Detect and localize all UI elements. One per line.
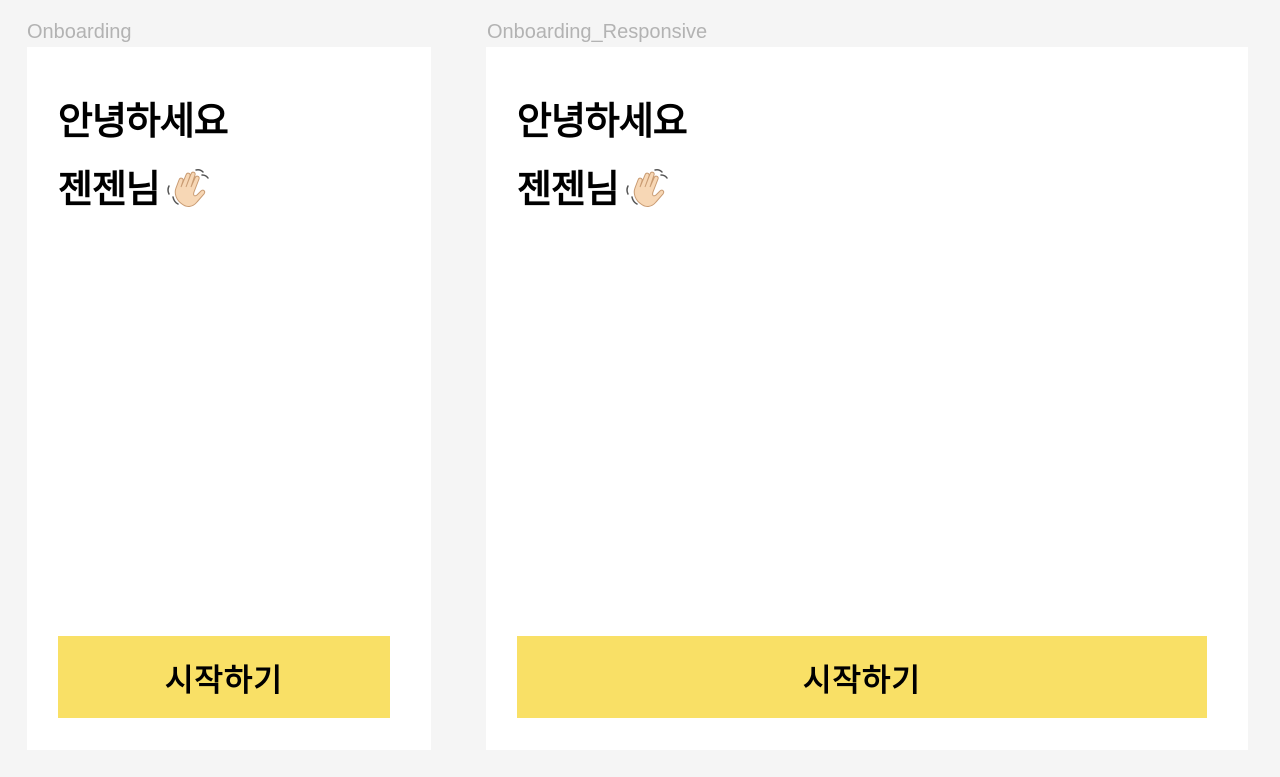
user-name-row: 젠젠님 — [58, 155, 228, 223]
greeting-heading: 안녕하세요 젠젠님 — [58, 87, 229, 223]
start-button[interactable]: 시작하기 — [58, 636, 390, 718]
user-name: 젠젠님 — [58, 167, 161, 211]
onboarding-responsive-frame: 안녕하세요 젠젠님 시작하기 — [486, 47, 1248, 750]
waving-hand-icon — [626, 169, 668, 207]
greeting-heading: 안녕하세요 젠젠님 — [517, 87, 688, 223]
frame-label-onboarding[interactable]: Onboarding — [27, 20, 132, 44]
user-name: 젠젠님 — [517, 167, 620, 211]
greeting-text: 안녕하세요 — [58, 99, 229, 143]
start-button[interactable]: 시작하기 — [517, 636, 1207, 718]
frame-label-onboarding-responsive[interactable]: Onboarding_Responsive — [487, 20, 707, 44]
onboarding-frame: 안녕하세요 젠젠님 시작하기 — [27, 47, 431, 750]
user-name-row: 젠젠님 — [517, 155, 687, 223]
waving-hand-icon — [167, 169, 209, 207]
greeting-text: 안녕하세요 — [517, 99, 688, 143]
